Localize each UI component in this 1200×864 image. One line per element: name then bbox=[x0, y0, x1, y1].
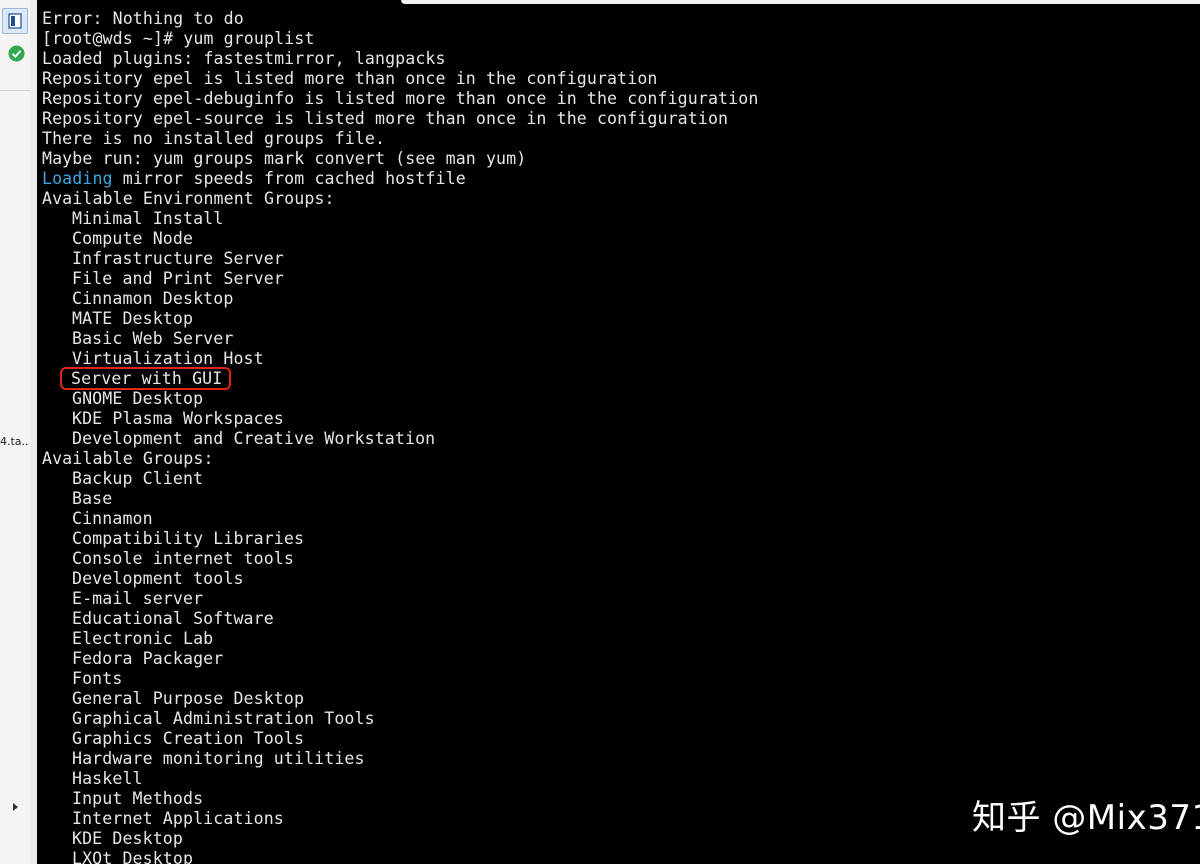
check-icon bbox=[8, 45, 25, 62]
sidebar-file-label[interactable]: 4.ta.. bbox=[0, 435, 29, 448]
group-item: Haskell bbox=[72, 769, 143, 788]
env-group-item: Development and Creative Workstation bbox=[72, 429, 436, 448]
env-group-item: Minimal Install bbox=[72, 209, 224, 228]
group-item: Base bbox=[72, 489, 113, 508]
env-groups-header: Available Environment Groups: bbox=[42, 189, 335, 208]
env-group-item: Basic Web Server bbox=[72, 329, 234, 348]
terminal-line: There is no installed groups file. bbox=[42, 129, 386, 148]
loading-word: Loading bbox=[42, 169, 113, 188]
terminal-line: Repository epel-debuginfo is listed more… bbox=[42, 89, 759, 108]
group-item: Input Methods bbox=[72, 789, 204, 808]
group-item: Graphics Creation Tools bbox=[72, 729, 305, 748]
group-item: E-mail server bbox=[72, 589, 204, 608]
terminal-line: Loaded plugins: fastestmirror, langpacks bbox=[42, 49, 446, 68]
group-item: Cinnamon bbox=[72, 509, 153, 528]
group-item: Graphical Administration Tools bbox=[72, 709, 375, 728]
session-panel-icon bbox=[8, 13, 22, 29]
loading-rest: mirror speeds from cached hostfile bbox=[112, 169, 466, 188]
env-group-item: Virtualization Host bbox=[72, 349, 264, 368]
sidebar: 4.ta.. bbox=[0, 0, 31, 864]
env-group-item: KDE Plasma Workspaces bbox=[72, 409, 284, 428]
group-item: Internet Applications bbox=[72, 809, 284, 828]
terminal-output: Error: Nothing to do [root@wds ~]# yum g… bbox=[42, 9, 758, 864]
group-item: Hardware monitoring utilities bbox=[72, 749, 365, 768]
env-group-item: Infrastructure Server bbox=[72, 249, 284, 268]
group-item: Electronic Lab bbox=[72, 629, 214, 648]
terminal-line: Repository epel is listed more than once… bbox=[42, 69, 658, 88]
env-group-item: Cinnamon Desktop bbox=[72, 289, 234, 308]
env-group-item-highlighted: Server with GUI bbox=[42, 367, 758, 390]
session-panel-button[interactable] bbox=[2, 8, 28, 34]
group-item: Compatibility Libraries bbox=[72, 529, 305, 548]
loading-line: Loading mirror speeds from cached hostfi… bbox=[42, 169, 758, 189]
terminal-tab-strip bbox=[401, 0, 1200, 4]
terminal-line: Error: Nothing to do bbox=[42, 9, 244, 28]
groups-header: Available Groups: bbox=[42, 449, 214, 468]
group-item: Console internet tools bbox=[72, 549, 294, 568]
app-window: 4.ta.. Error: Nothing to do [root@wds ~]… bbox=[0, 0, 1200, 864]
sidebar-divider bbox=[0, 90, 30, 91]
group-item: Educational Software bbox=[72, 609, 274, 628]
group-item: KDE Desktop bbox=[72, 829, 183, 848]
group-item: Development tools bbox=[72, 569, 244, 588]
group-item: Fedora Packager bbox=[72, 649, 224, 668]
terminal-line: Maybe run: yum groups mark convert (see … bbox=[42, 149, 527, 168]
watermark: 知乎 @Mix371 bbox=[972, 798, 1200, 838]
group-item: LXQt Desktop bbox=[72, 849, 194, 864]
highlight-box: Server with GUI bbox=[59, 367, 232, 390]
env-group-item: GNOME Desktop bbox=[72, 389, 204, 408]
env-group-item: MATE Desktop bbox=[72, 309, 194, 328]
terminal-pane[interactable]: Error: Nothing to do [root@wds ~]# yum g… bbox=[37, 0, 1200, 864]
env-group-item: File and Print Server bbox=[72, 269, 284, 288]
group-item: General Purpose Desktop bbox=[72, 689, 305, 708]
group-item: Fonts bbox=[72, 669, 123, 688]
terminal-line: Repository epel-source is listed more th… bbox=[42, 109, 729, 128]
pane-gutter bbox=[30, 0, 37, 864]
expand-arrow-icon[interactable] bbox=[13, 803, 18, 811]
group-item: Backup Client bbox=[72, 469, 204, 488]
env-group-item: Compute Node bbox=[72, 229, 194, 248]
command-line: [root@wds ~]# yum grouplist bbox=[42, 29, 315, 48]
